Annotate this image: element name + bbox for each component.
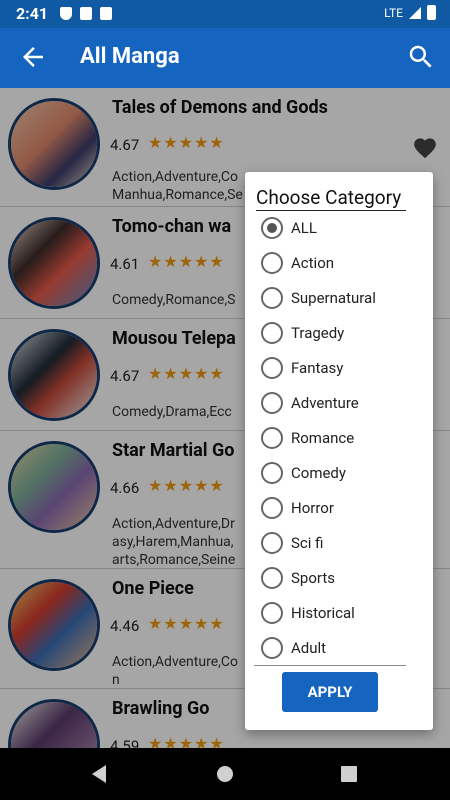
radio-icon[interactable] — [261, 462, 283, 484]
radio-icon[interactable] — [261, 357, 283, 379]
category-option-all[interactable]: ALL — [261, 213, 317, 243]
radio-icon[interactable] — [261, 637, 283, 659]
radio-icon[interactable] — [261, 567, 283, 589]
option-label: Sci fi — [291, 534, 324, 552]
category-option-romance[interactable]: Romance — [261, 423, 354, 453]
radio-icon[interactable] — [261, 287, 283, 309]
option-label: Adult — [291, 639, 327, 657]
category-dialog: Choose Category ALL Action Supernatural … — [245, 172, 433, 730]
category-option-comedy[interactable]: Comedy — [261, 458, 346, 488]
back-arrow-icon[interactable] — [18, 42, 48, 72]
option-label: Tragedy — [291, 324, 345, 342]
apply-button[interactable]: APPLY — [282, 672, 378, 712]
sdcard-icon — [100, 7, 112, 20]
option-label: ALL — [291, 219, 317, 237]
option-label: Adventure — [291, 394, 359, 412]
radio-icon[interactable] — [261, 532, 283, 554]
option-label: Action — [291, 254, 335, 272]
option-label: Sports — [291, 569, 335, 587]
dialog-title: Choose Category — [256, 186, 402, 209]
radio-icon[interactable] — [261, 392, 283, 414]
category-option-supernatural[interactable]: Supernatural — [261, 283, 376, 313]
radio-icon[interactable] — [261, 497, 283, 519]
divider — [256, 210, 406, 211]
option-label: Fantasy — [291, 359, 344, 377]
category-option-historical[interactable]: Historical — [261, 598, 355, 628]
option-label: Comedy — [291, 464, 346, 482]
option-label: Supernatural — [291, 289, 376, 307]
status-bar: 2:41 LTE — [0, 0, 450, 28]
nav-back-icon[interactable] — [90, 764, 108, 784]
category-option-adult[interactable]: Adult — [261, 633, 326, 663]
category-option-adventure[interactable]: Adventure — [261, 388, 359, 418]
radio-selected-icon[interactable] — [261, 217, 283, 239]
shield-icon — [60, 7, 72, 20]
search-icon[interactable] — [406, 42, 436, 72]
status-time: 2:41 — [16, 4, 49, 23]
category-option-tragedy[interactable]: Tragedy — [261, 318, 344, 348]
signal-icon — [409, 6, 421, 19]
category-option-fantasy[interactable]: Fantasy — [261, 353, 343, 383]
category-option-sci-fi[interactable]: Sci fi — [261, 528, 323, 558]
option-label: Horror — [291, 499, 334, 517]
page-title: All Manga — [80, 44, 180, 69]
category-option-sports[interactable]: Sports — [261, 563, 335, 593]
nav-recents-icon[interactable] — [340, 764, 358, 784]
divider — [254, 665, 406, 666]
category-option-action[interactable]: Action — [261, 248, 334, 278]
radio-icon[interactable] — [261, 602, 283, 624]
option-label: Historical — [291, 604, 355, 622]
radio-icon[interactable] — [261, 252, 283, 274]
radio-icon[interactable] — [261, 322, 283, 344]
option-label: Romance — [291, 429, 355, 447]
battery-icon — [427, 5, 436, 20]
category-option-horror[interactable]: Horror — [261, 493, 334, 523]
system-nav-bar — [0, 748, 450, 800]
network-label: LTE — [384, 5, 403, 20]
radio-icon[interactable] — [261, 427, 283, 449]
font-icon — [80, 7, 92, 20]
nav-home-icon[interactable] — [216, 764, 234, 784]
app-bar: All Manga — [0, 28, 450, 88]
